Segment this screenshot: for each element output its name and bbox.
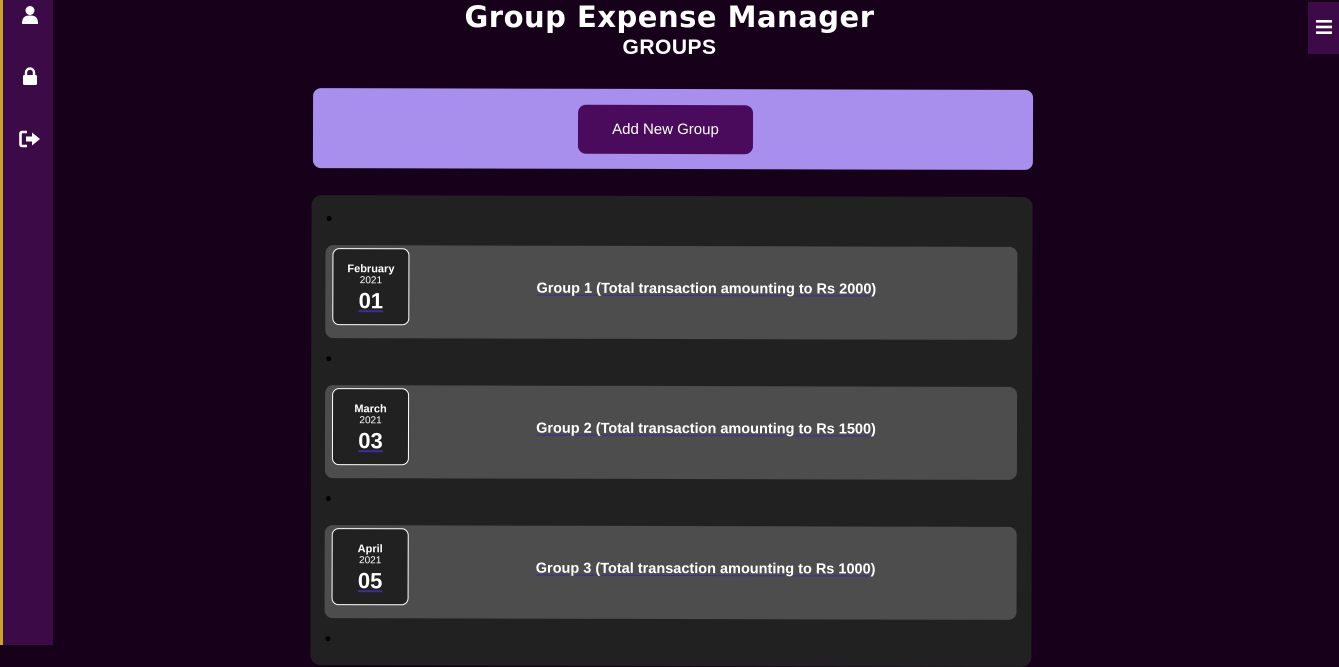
date-badge: April 2021 05	[331, 528, 409, 606]
lock-icon	[22, 66, 38, 90]
page-title: GROUPS	[622, 36, 717, 59]
add-group-panel: Add New Group	[312, 88, 1034, 170]
date-month: February	[347, 263, 395, 276]
date-year: 2021	[359, 415, 382, 427]
date-day: 01	[358, 288, 384, 314]
group-card[interactable]: April 2021 05 Group 3 (Total transaction…	[324, 525, 1017, 620]
date-month: March	[354, 403, 387, 416]
sidebar	[0, 0, 53, 645]
date-year: 2021	[359, 275, 383, 287]
date-day: 05	[357, 568, 383, 594]
group-list: February 2021 01 Group 1 (Total transact…	[310, 195, 1033, 667]
list-bullet	[325, 496, 331, 502]
group-card[interactable]: February 2021 01 Group 1 (Total transact…	[325, 245, 1018, 340]
logout-button[interactable]	[17, 128, 43, 154]
date-badge: March 2021 03	[331, 388, 410, 466]
add-new-group-button[interactable]: Add New Group	[577, 104, 754, 155]
date-badge: February 2021 01	[332, 248, 410, 326]
group-card[interactable]: March 2021 03 Group 2 (Total transaction…	[324, 385, 1018, 480]
password-button[interactable]	[17, 65, 43, 91]
date-year: 2021	[359, 555, 382, 567]
list-bullet	[326, 216, 332, 222]
logout-icon	[19, 130, 41, 152]
group-title[interactable]: Group 2 (Total transaction amounting to …	[425, 420, 987, 438]
date-month: April	[357, 543, 383, 556]
app-title: Group Expense Manager	[464, 0, 875, 34]
list-bullet	[326, 356, 332, 362]
list-bullet	[325, 636, 331, 642]
date-day: 03	[358, 428, 383, 454]
group-title[interactable]: Group 1 (Total transaction amounting to …	[425, 280, 987, 298]
group-title[interactable]: Group 3 (Total transaction amounting to …	[425, 560, 987, 578]
